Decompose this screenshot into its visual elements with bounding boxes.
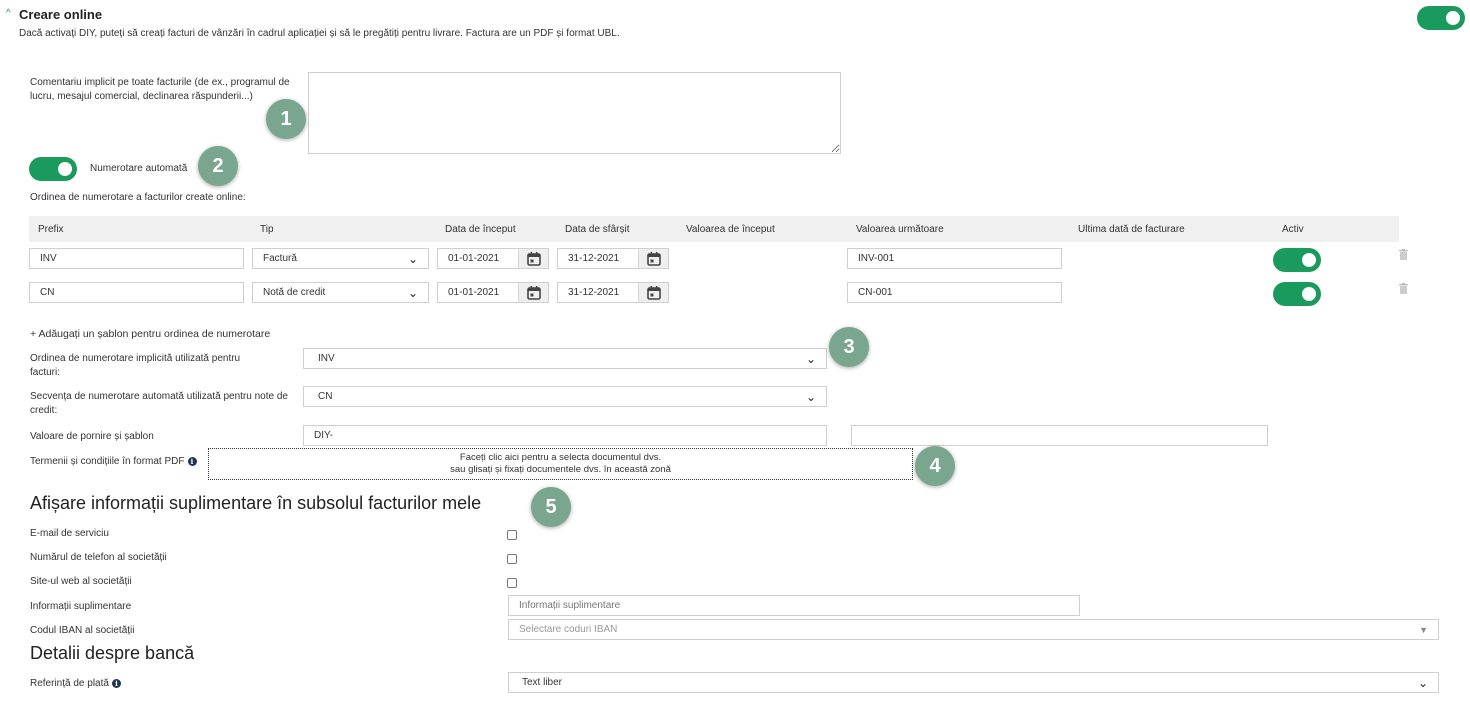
row2-type-select[interactable]: Notă de credit ⌄: [252, 282, 429, 303]
row2-end-date[interactable]: 31-12-2021: [557, 282, 669, 303]
default-invoice-sequence-select[interactable]: INV ⌄: [303, 348, 827, 369]
row2-type-value: Notă de credit: [263, 287, 326, 298]
dropzone-line2: sau glisați și fixați documentele dvs. î…: [450, 464, 671, 475]
auto-numbering-label: Numerotare automată: [90, 163, 188, 174]
company-phone-label: Numărul de telefon al societății: [30, 552, 167, 563]
credit-note-sequence-select[interactable]: CN ⌄: [303, 386, 827, 407]
service-email-label: E-mail de serviciu: [30, 528, 109, 539]
credit-note-sequence-label: Secvența de numerotare automată utilizat…: [30, 391, 288, 416]
bank-section-title: Detalii despre bancă: [30, 643, 195, 663]
payment-ref-value: Text liber: [522, 677, 563, 688]
header-end-date: Data de sfârșit: [565, 224, 630, 235]
callout-1: 1: [266, 99, 306, 139]
row1-type-value: Factură: [263, 253, 297, 264]
extra-info-input[interactable]: Informații suplimentare: [508, 595, 1080, 616]
chevron-down-icon: ⌄: [1417, 675, 1428, 690]
footer-section-title: Afișare informații suplimentare în subso…: [30, 493, 482, 513]
start-value-input[interactable]: DIY-: [303, 425, 827, 446]
row2-end-date-value: 31-12-2021: [568, 287, 620, 298]
terms-label: Termenii și condițiile în format PDF i: [30, 455, 197, 469]
credit-note-sequence-value: CN: [318, 391, 333, 402]
row1-end-date[interactable]: 31-12-2021: [557, 248, 669, 269]
section-description: Dacă activați DIY, puteți să creați fact…: [19, 28, 620, 39]
row2-prefix-input[interactable]: CN: [29, 282, 244, 303]
row1-type-select[interactable]: Factură ⌄: [252, 248, 429, 269]
auto-numbering-toggle[interactable]: [29, 157, 77, 181]
diy-enable-toggle[interactable]: [1417, 6, 1465, 30]
iban-placeholder: Selectare coduri IBAN: [519, 624, 618, 635]
service-email-checkbox[interactable]: [507, 530, 517, 540]
payment-ref-select[interactable]: Text liber ⌄: [508, 672, 1439, 693]
iban-select[interactable]: Selectare coduri IBAN ▼: [508, 619, 1439, 640]
header-next-value: Valoarea următoare: [856, 224, 944, 235]
row1-end-date-value: 31-12-2021: [568, 253, 620, 264]
callout-3: 3: [829, 327, 869, 367]
row1-next-value-input[interactable]: INV-001: [847, 248, 1062, 269]
extra-info-placeholder: Informații suplimentare: [519, 600, 621, 611]
info-icon[interactable]: i: [111, 678, 121, 688]
info-icon[interactable]: i: [187, 456, 197, 466]
terms-label-text: Termenii și condițiile în format PDF: [30, 456, 185, 467]
caret-down-icon: ▼: [1419, 624, 1428, 635]
chevron-down-icon: ⌄: [407, 285, 418, 300]
trash-icon[interactable]: [1399, 249, 1408, 260]
terms-dropzone[interactable]: Faceți clic aici pentru a selecta docume…: [208, 448, 913, 480]
collapse-chevron-icon[interactable]: ^: [6, 8, 11, 19]
calendar-icon[interactable]: [638, 283, 668, 302]
add-template-link[interactable]: + Adăugați un șablon pentru ordinea de n…: [30, 328, 270, 340]
default-comment-label: Comentariu implicit pe toate facturile (…: [30, 77, 290, 102]
payment-ref-label: Referință de plată i: [30, 677, 121, 691]
default-invoice-sequence-value: INV: [318, 353, 335, 364]
iban-label: Codul IBAN al societății: [30, 625, 135, 636]
dropzone-line1: Faceți clic aici pentru a selecta docume…: [459, 452, 662, 463]
header-last-invoice-date: Ultima dată de facturare: [1078, 224, 1185, 235]
header-start-date: Data de început: [445, 224, 516, 235]
row1-start-date[interactable]: 01-01-2021: [437, 248, 549, 269]
calendar-icon[interactable]: [638, 249, 668, 268]
section-title: Creare online: [19, 7, 103, 22]
numbering-order-title: Ordinea de numerotare a facturilor creat…: [30, 192, 246, 203]
default-invoice-sequence-label: Ordinea de numerotare implicită utilizat…: [30, 353, 241, 378]
row2-active-toggle[interactable]: [1273, 282, 1321, 306]
trash-icon[interactable]: [1399, 283, 1408, 294]
row1-active-toggle[interactable]: [1273, 248, 1321, 272]
row1-start-date-value: 01-01-2021: [448, 253, 500, 264]
callout-5: 5: [531, 487, 571, 527]
chevron-down-icon: ⌄: [805, 389, 816, 404]
payment-ref-label-text: Referință de plată: [30, 678, 109, 689]
start-value-template-label: Valoare de pornire și șablon: [30, 431, 154, 442]
callout-2: 2: [198, 146, 238, 186]
chevron-down-icon: ⌄: [407, 251, 418, 266]
calendar-icon[interactable]: [518, 249, 548, 268]
company-phone-checkbox[interactable]: [507, 554, 517, 564]
row2-start-date[interactable]: 01-01-2021: [437, 282, 549, 303]
header-prefix: Prefix: [38, 224, 64, 235]
header-active: Activ: [1282, 224, 1304, 235]
company-website-checkbox[interactable]: [507, 578, 517, 588]
row2-start-date-value: 01-01-2021: [448, 287, 500, 298]
extra-info-label: Informații suplimentare: [30, 601, 132, 612]
calendar-icon[interactable]: [518, 283, 548, 302]
chevron-down-icon: ⌄: [805, 351, 816, 366]
row1-prefix-input[interactable]: INV: [29, 248, 244, 269]
default-comment-textarea[interactable]: [308, 72, 841, 154]
template-input[interactable]: [851, 425, 1268, 446]
row2-next-value-input[interactable]: CN-001: [847, 282, 1062, 303]
header-start-value: Valoarea de început: [686, 224, 775, 235]
header-type: Tip: [260, 224, 274, 235]
company-website-label: Site-ul web al societății: [30, 576, 132, 587]
callout-4: 4: [915, 446, 955, 486]
